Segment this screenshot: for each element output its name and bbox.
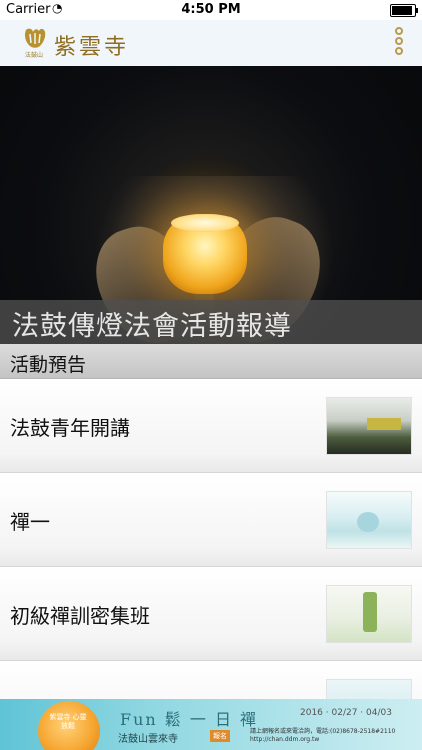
temple-name: 紫雲寺 — [54, 35, 130, 60]
list-item[interactable]: 初級禪訓密集班 — [0, 567, 422, 661]
featured-article[interactable]: 法鼓傳燈法會活動報導 — [0, 66, 422, 344]
event-title: 法鼓青年開講 — [10, 416, 130, 440]
promo-banner[interactable]: 紫雲寺 心靈放鬆 Fun 鬆 一 日 禪 2016 · 02/27 · 04/0… — [0, 699, 422, 750]
banner-dates: 2016 · 02/27 · 04/03 — [300, 708, 392, 718]
menu-dot-icon — [395, 47, 403, 55]
event-title: 初級禪訓密集班 — [10, 604, 150, 628]
logo-subtitle: 法鼓山 — [25, 52, 44, 59]
banner-contact-info: 請上網報名或來電洽詢，電話:(02)8678-2518#2110 http://… — [250, 728, 396, 743]
temple-logo[interactable]: 法鼓山 紫雲寺 — [22, 26, 144, 60]
hero-caption-bar: 法鼓傳燈法會活動報導 — [0, 300, 422, 344]
event-thumbnail — [326, 679, 412, 699]
menu-dot-icon — [395, 27, 403, 35]
menu-dot-icon — [395, 37, 403, 45]
app-header: 法鼓山 紫雲寺 — [0, 20, 422, 67]
hero-image-lamp-rim — [171, 214, 239, 232]
event-thumbnail — [326, 585, 412, 643]
event-title: 禪一 — [10, 510, 50, 534]
list-item[interactable]: 法鼓青年開講 — [0, 379, 422, 473]
event-list[interactable]: 法鼓青年開講 禪一 初級禪訓密集班 — [0, 379, 422, 699]
event-thumbnail — [326, 491, 412, 549]
menu-button[interactable] — [390, 26, 408, 60]
section-title: 活動預告 — [10, 354, 87, 376]
list-item[interactable] — [0, 661, 422, 699]
clock: 4:50 PM — [181, 2, 241, 17]
battery-fill — [392, 6, 412, 15]
event-thumbnail — [326, 397, 412, 455]
status-bar: Carrier ◔ 4:50 PM — [0, 0, 422, 20]
list-item[interactable]: 禪一 — [0, 473, 422, 567]
banner-event-title: Fun 鬆 一 日 禪 — [120, 710, 259, 729]
section-header: 活動預告 — [0, 344, 422, 379]
hero-caption: 法鼓傳燈法會活動報導 — [12, 311, 292, 342]
banner-organizer: 法鼓山雲來寺 — [118, 734, 178, 745]
battery-icon — [390, 4, 418, 17]
banner-orb-text: 紫雲寺 心靈放鬆 — [49, 713, 87, 730]
banner-tag: 報名 — [210, 730, 230, 742]
